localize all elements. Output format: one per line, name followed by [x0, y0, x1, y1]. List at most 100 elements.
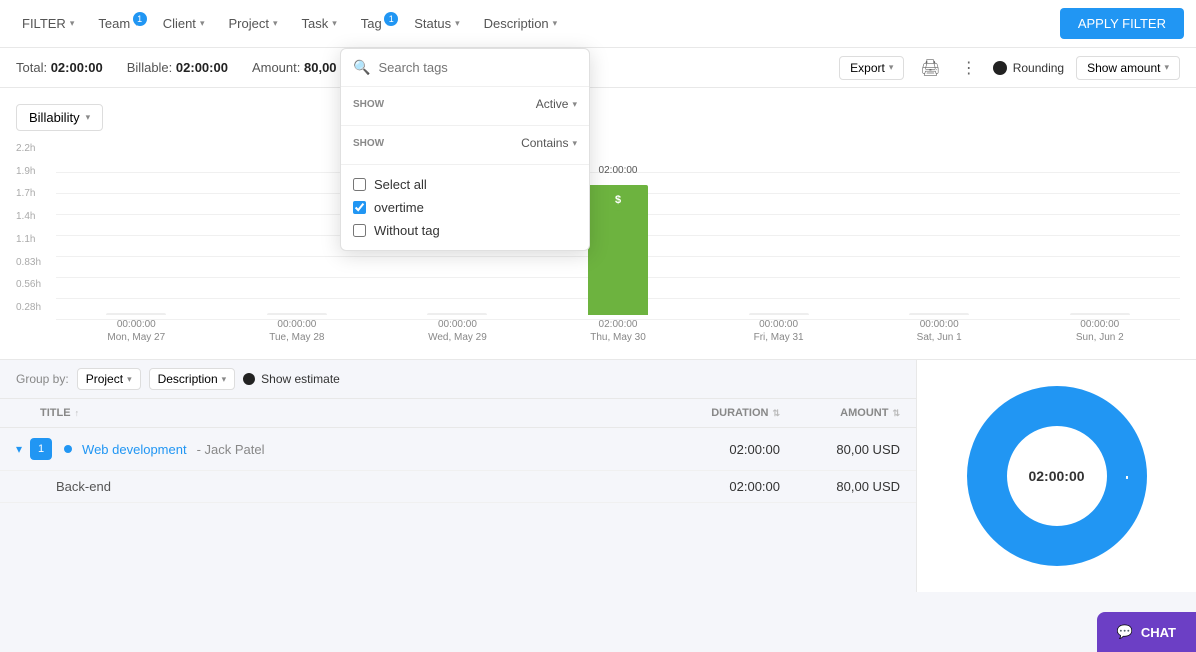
chart-area: Billability ▾ 2.2h 1.9h 1.7h 1.4h 1.1h 0… — [0, 88, 1196, 360]
active-value[interactable]: Active ▾ — [536, 97, 577, 111]
group1-chevron-icon: ▾ — [127, 374, 132, 385]
donut-chart: 02:00:00 — [957, 376, 1157, 576]
project-dot — [64, 445, 72, 453]
overtime-checkbox[interactable] — [353, 201, 366, 214]
show-active-row: SHOW Active ▾ — [341, 87, 589, 126]
chat-button[interactable]: 💬 CHAT — [1097, 612, 1196, 652]
active-chevron-icon: ▾ — [572, 99, 577, 110]
row-duration: 02:00:00 — [729, 442, 780, 457]
tag-filter-button[interactable]: Tag ▾ 1 — [351, 10, 401, 37]
row-subtitle: - Jack Patel — [197, 442, 265, 457]
bar-chart: 2.2h 1.9h 1.7h 1.4h 1.1h 0.83h 0.56h 0.2… — [16, 143, 1180, 343]
title-sort-icon[interactable]: ↑ — [75, 408, 80, 418]
total-label: Total: — [16, 60, 47, 75]
export-button[interactable]: Export ▾ — [839, 56, 904, 80]
chat-icon: 💬 — [1117, 624, 1133, 640]
without-tag-checkbox[interactable] — [353, 224, 366, 237]
billability-button[interactable]: Billability ▾ — [16, 104, 103, 131]
billable-stat: Billable: 02:00:00 — [127, 60, 228, 75]
overtime-label: overtime — [374, 200, 424, 215]
group2-label: Description — [158, 372, 218, 386]
bar-mon — [106, 313, 166, 315]
bar-thu: 02:00:00 $ — [588, 185, 648, 315]
billability-label: Billability — [29, 110, 80, 125]
contains-value[interactable]: Contains ▾ — [521, 136, 577, 150]
team-filter-button[interactable]: Team ▾ 1 — [88, 10, 148, 37]
donut-center-label: 02:00:00 — [1028, 468, 1084, 484]
group-description-button[interactable]: Description ▾ — [149, 368, 236, 390]
show-contains-row: SHOW Contains ▾ — [341, 126, 589, 165]
select-all-checkbox[interactable] — [353, 178, 366, 191]
bar-fri — [749, 313, 809, 315]
amount-sort-icon[interactable]: ⇅ — [892, 408, 900, 419]
bar-wed — [427, 313, 487, 315]
amount-header: AMOUNT — [840, 407, 888, 419]
bar-sun — [1070, 313, 1130, 315]
filter-label: FILTER — [22, 16, 66, 31]
description-filter-button[interactable]: Description ▾ — [474, 10, 568, 37]
task-chevron-icon: ▾ — [332, 18, 337, 29]
chat-label: CHAT — [1141, 625, 1176, 640]
description-chevron-icon: ▾ — [553, 18, 558, 29]
bar-tue — [267, 313, 327, 315]
tag-label: Tag — [361, 16, 382, 31]
client-filter-button[interactable]: Client ▾ — [153, 10, 215, 37]
group1-label: Project — [86, 372, 123, 386]
tag-search-row: 🔍 — [341, 49, 589, 87]
select-all-item[interactable]: Select all — [353, 173, 577, 196]
search-icon: 🔍 — [353, 59, 370, 76]
status-filter-button[interactable]: Status ▾ — [404, 10, 469, 37]
print-button[interactable]: 🖨 — [916, 54, 944, 82]
show-amount-label: Show amount — [1087, 61, 1160, 75]
stats-bar: Total: 02:00:00 Billable: 02:00:00 Amoun… — [0, 48, 1196, 88]
chart-col-sat: 00:00:00 Sat, Jun 1 — [859, 313, 1020, 343]
share-button[interactable]: ⋮ — [957, 54, 981, 82]
chart-col-mon: 00:00:00 Mon, May 27 — [56, 313, 217, 343]
overtime-item[interactable]: overtime — [353, 196, 577, 219]
project-chevron-icon: ▾ — [273, 18, 278, 29]
bar-sat — [909, 313, 969, 315]
contains-chevron-icon: ▾ — [572, 138, 577, 149]
without-tag-item[interactable]: Without tag — [353, 219, 577, 242]
estimate-circle-icon — [243, 373, 255, 385]
filter-chevron-icon: ▾ — [70, 18, 75, 29]
bar-thu-dollar: $ — [607, 189, 629, 211]
task-label: Task — [301, 16, 328, 31]
tag-dropdown: 🔍 SHOW Active ▾ SHOW Contains ▾ Select a… — [340, 48, 590, 251]
team-label: Team — [98, 16, 130, 31]
project-filter-button[interactable]: Project ▾ — [218, 10, 287, 37]
apply-filter-button[interactable]: APPLY FILTER — [1060, 8, 1184, 39]
filter-button[interactable]: FILTER ▾ — [12, 10, 84, 37]
stats-bar-right: Export ▾ 🖨 ⋮ Rounding Show amount ▾ — [839, 54, 1180, 82]
group-project-button[interactable]: Project ▾ — [77, 368, 141, 390]
table-section: Group by: Project ▾ Description ▾ Show e… — [0, 360, 916, 592]
show-amount-button[interactable]: Show amount ▾ — [1076, 56, 1180, 80]
team-badge: 1 — [133, 12, 147, 26]
show1-label: SHOW — [353, 99, 384, 110]
description-label: Description — [484, 16, 549, 31]
sub-row-duration: 02:00:00 — [729, 479, 780, 494]
rounding-toggle[interactable]: Rounding — [993, 61, 1064, 75]
tag-badge: 1 — [384, 12, 398, 26]
bottom-section: Group by: Project ▾ Description ▾ Show e… — [0, 360, 1196, 592]
duration-header: DURATION — [711, 407, 768, 419]
task-filter-button[interactable]: Task ▾ — [291, 10, 346, 37]
sub-row: Back-end 02:00:00 80,00 USD — [0, 471, 916, 503]
project-title[interactable]: Web development — [82, 442, 187, 457]
collapse-icon[interactable]: ▾ — [16, 442, 22, 456]
rounding-circle-icon — [993, 61, 1007, 75]
status-chevron-icon: ▾ — [455, 18, 460, 29]
billable-value: 02:00:00 — [176, 60, 228, 75]
bar-thu-label: 02:00:00 — [599, 165, 638, 176]
duration-sort-icon[interactable]: ⇅ — [772, 408, 780, 419]
table-header: TITLE ↑ DURATION ⇅ AMOUNT ⇅ — [0, 399, 916, 428]
tag-search-input[interactable] — [378, 60, 577, 75]
show-estimate-toggle[interactable]: Show estimate — [243, 372, 340, 386]
sub-row-title: Back-end — [56, 479, 111, 494]
show-amount-chevron-icon: ▾ — [1164, 62, 1169, 73]
row-amount: 80,00 USD — [836, 442, 900, 457]
status-label: Status — [414, 16, 451, 31]
client-label: Client — [163, 16, 196, 31]
tag-items: Select all overtime Without tag — [341, 165, 589, 250]
table-row: ▾ 1 Web development - Jack Patel 02:00:0… — [0, 428, 916, 471]
